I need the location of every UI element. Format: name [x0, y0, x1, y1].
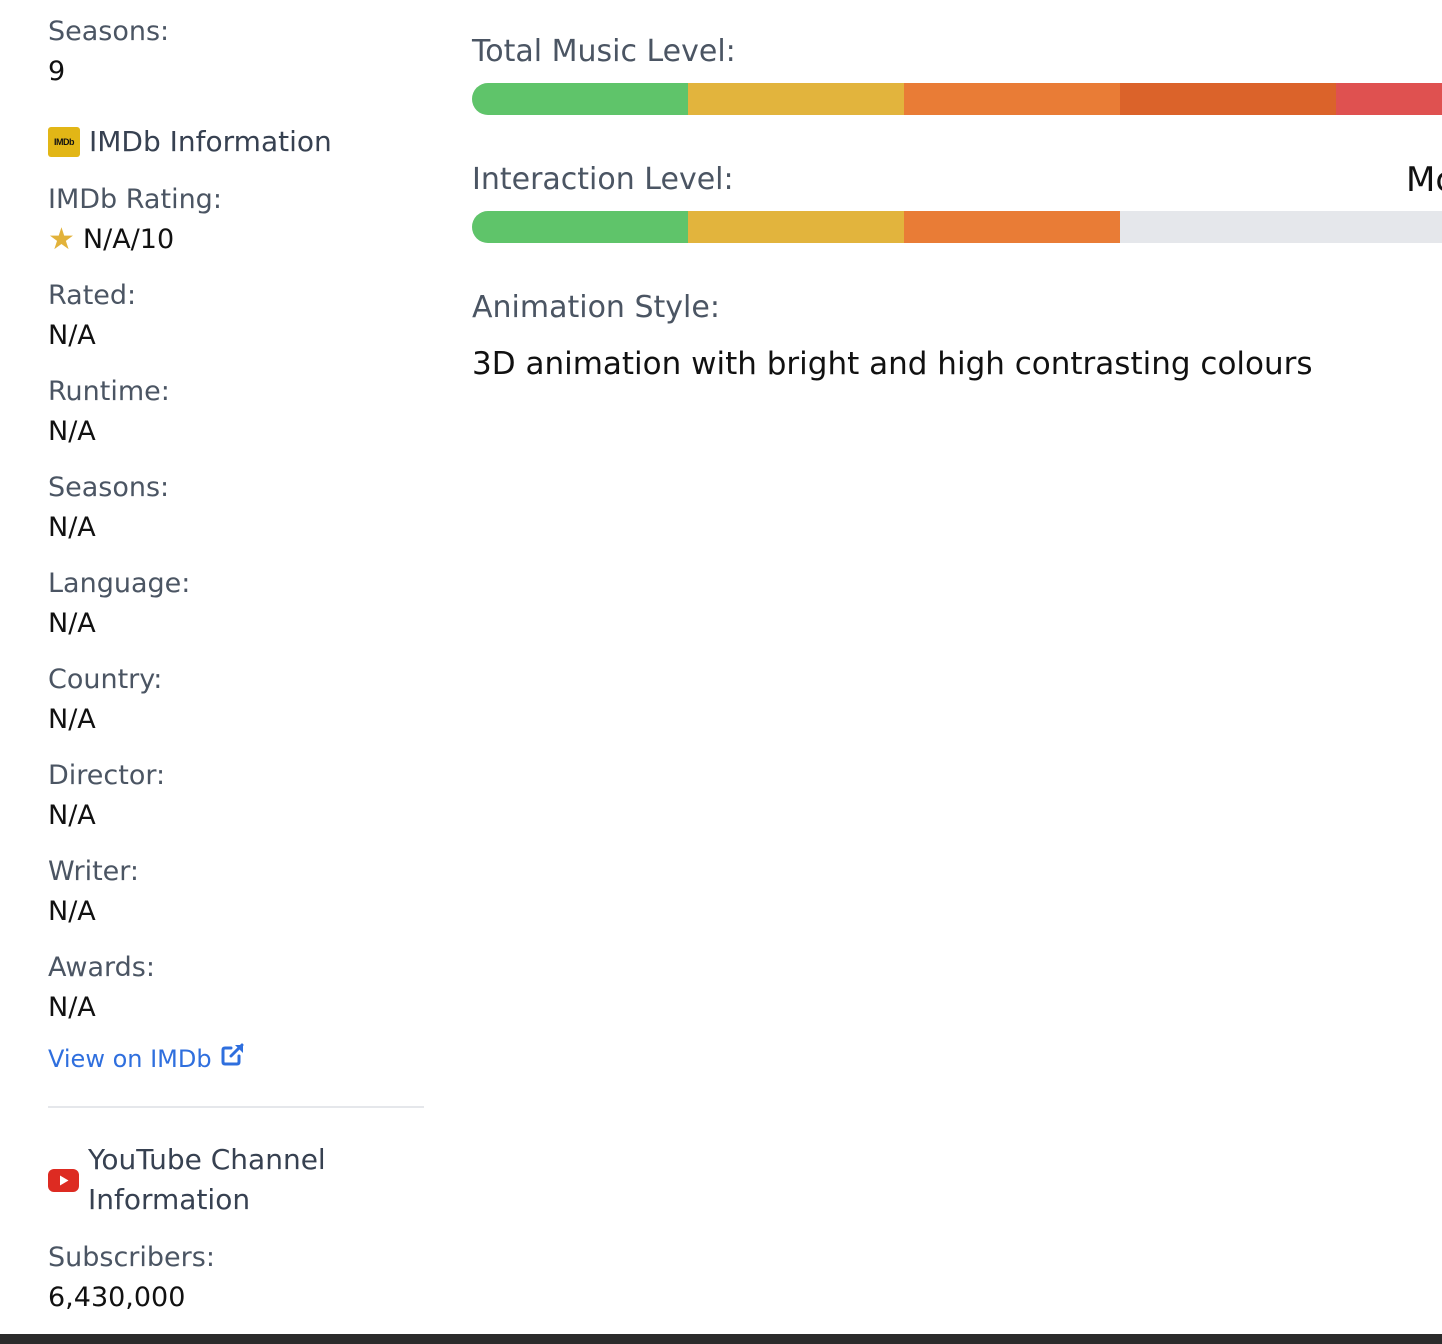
country-label: Country:: [48, 664, 163, 695]
imdb-title: IMDb Information: [89, 125, 332, 158]
director-label: Director:: [48, 760, 166, 791]
external-link-icon: [220, 1040, 246, 1078]
writer-label: Writer:: [48, 856, 140, 887]
subscribers-value: 6,430,000: [48, 1282, 186, 1313]
awards-value: N/A: [48, 992, 96, 1023]
music-level-segment-2: [688, 83, 904, 115]
seasons-value: 9: [48, 56, 66, 87]
language-value: N/A: [48, 608, 96, 639]
view-on-imdb-link[interactable]: View on IMDb: [48, 1040, 246, 1078]
page: Seasons: 9 IMDb IMDb Information IMDb Ra…: [0, 0, 1442, 1344]
writer-value: N/A: [48, 896, 96, 927]
music-level-segment-3: [904, 83, 1120, 115]
star-icon: ★: [48, 222, 75, 257]
imdb-seasons-value: N/A: [48, 512, 96, 543]
imdb-seasons-label: Seasons:: [48, 472, 170, 503]
section-divider: [48, 1106, 424, 1108]
imdb-logo-icon: IMDb: [48, 127, 80, 157]
interaction-level-right-text: Mc: [1406, 160, 1442, 200]
animation-style-label: Animation Style:: [472, 290, 720, 325]
interaction-level-segment-2: [688, 211, 904, 243]
language-label: Language:: [48, 568, 191, 599]
awards-label: Awards:: [48, 952, 155, 983]
youtube-section-title: YouTube Channel Information: [48, 1140, 326, 1220]
youtube-title: YouTube Channel Information: [88, 1140, 326, 1220]
interaction-level-segment-5: [1336, 211, 1442, 243]
view-on-imdb-text: View on IMDb: [48, 1045, 212, 1073]
interaction-level-segment-1: [472, 211, 688, 243]
runtime-value: N/A: [48, 416, 96, 447]
music-level-label: Total Music Level:: [472, 34, 736, 69]
imdb-rating: ★ N/A/10: [48, 222, 174, 258]
runtime-label: Runtime:: [48, 376, 170, 407]
director-value: N/A: [48, 800, 96, 831]
rated-label: Rated:: [48, 280, 137, 311]
music-level-segment-5: [1336, 83, 1442, 115]
music-level-segment-4: [1120, 83, 1336, 115]
seasons-label: Seasons:: [48, 16, 170, 47]
youtube-icon: [48, 1168, 79, 1192]
subscribers-label: Subscribers:: [48, 1242, 215, 1273]
youtube-title-line1: YouTube Channel: [88, 1143, 326, 1176]
music-level-segment-1: [472, 83, 688, 115]
interaction-level-bar: [472, 211, 1442, 243]
imdb-rating-label: IMDb Rating:: [48, 184, 222, 215]
youtube-title-line2: Information: [88, 1183, 251, 1216]
music-level-bar: [472, 83, 1442, 115]
rated-value: N/A: [48, 320, 96, 351]
interaction-level-label: Interaction Level:: [472, 162, 734, 197]
interaction-level-segment-3: [904, 211, 1120, 243]
imdb-section-title: IMDb IMDb Information: [48, 122, 332, 162]
animation-style-value: 3D animation with bright and high contra…: [472, 346, 1313, 382]
country-value: N/A: [48, 704, 96, 735]
interaction-level-segment-4: [1120, 211, 1336, 243]
imdb-rating-value: N/A/10: [82, 224, 175, 255]
bottom-strip: [0, 1334, 1442, 1344]
